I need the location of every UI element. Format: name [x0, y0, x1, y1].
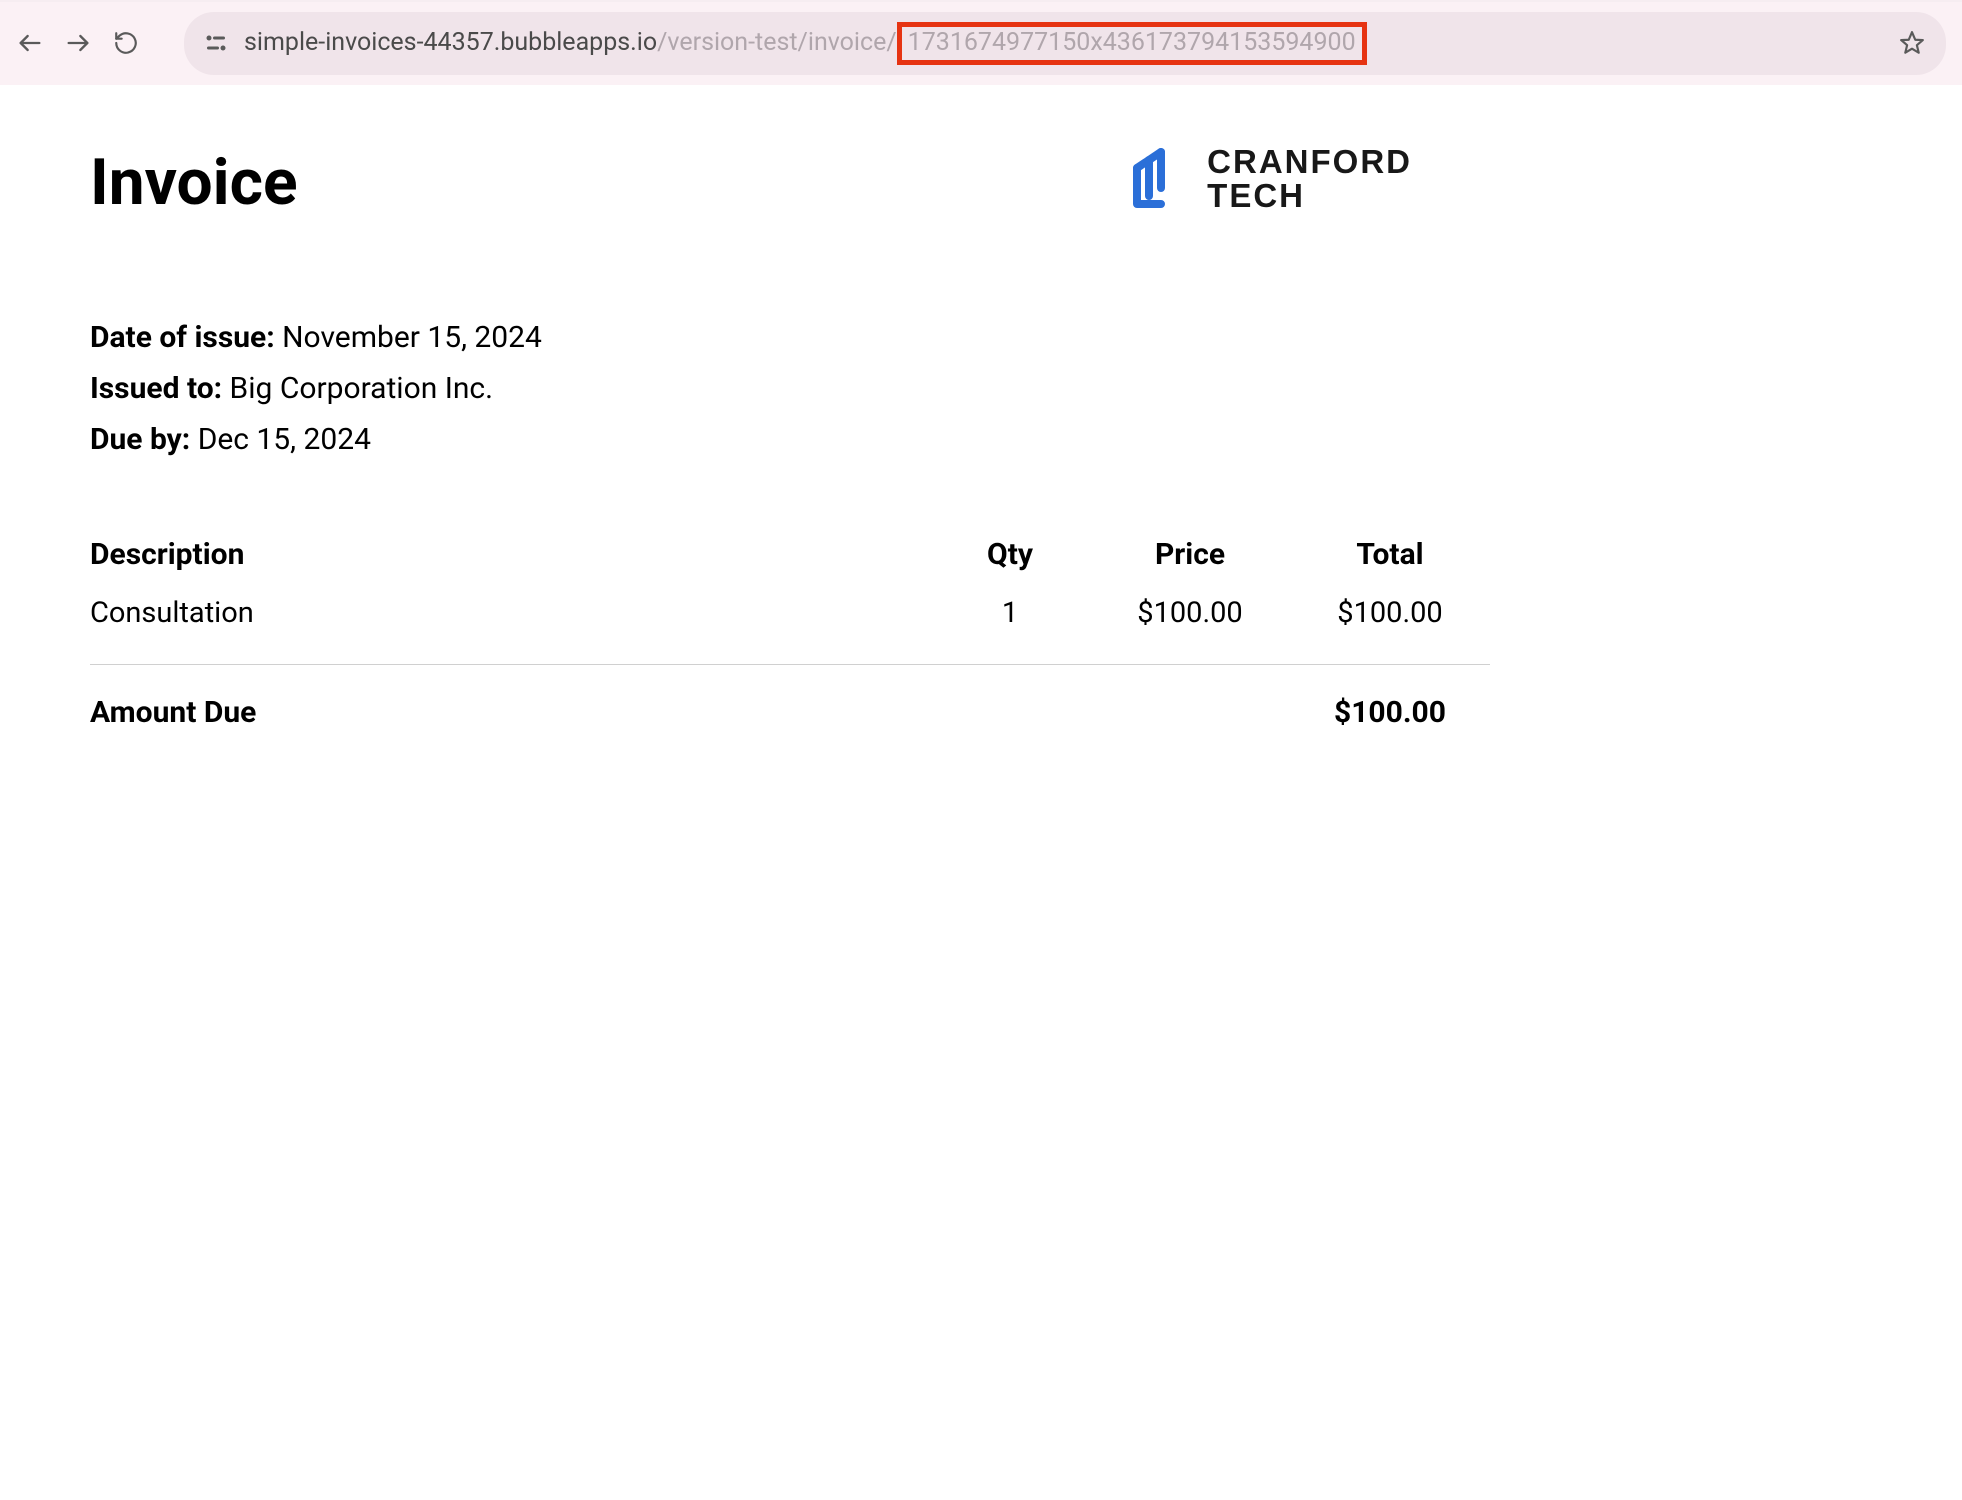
- browser-toolbar: simple-invoices-44357.bubbleapps.io/vers…: [0, 2, 1962, 85]
- address-bar[interactable]: simple-invoices-44357.bubbleapps.io/vers…: [184, 12, 1946, 75]
- th-qty: Qty: [930, 537, 1090, 572]
- logo-text-line1: CRANFORD: [1207, 145, 1412, 180]
- table-row: Consultation 1 $100.00 $100.00: [90, 596, 1490, 664]
- page-content: Invoice CRANFORD TECH D: [0, 85, 1962, 790]
- th-description: Description: [90, 537, 930, 572]
- meta-issued-label: Issued to:: [90, 371, 222, 406]
- td-qty: 1: [930, 596, 1090, 630]
- reload-button[interactable]: [112, 29, 140, 57]
- meta-date: Date of issue: November 15, 2024: [90, 320, 1872, 355]
- page-title: Invoice: [90, 145, 298, 220]
- url-id-highlight: 1731674977150x436173794153594900: [897, 22, 1367, 65]
- meta-due: Due by: Dec 15, 2024: [90, 422, 1872, 457]
- forward-button[interactable]: [64, 29, 92, 57]
- company-logo: CRANFORD TECH: [1129, 145, 1412, 214]
- meta-due-value: Dec 15, 2024: [198, 422, 371, 457]
- url-path: /version-test/invoice/: [657, 28, 897, 57]
- td-total: $100.00: [1290, 596, 1490, 630]
- meta-issued-value: Big Corporation Inc.: [230, 371, 494, 406]
- logo-text-line2: TECH: [1207, 179, 1412, 214]
- header-row: Invoice CRANFORD TECH: [90, 145, 1872, 220]
- invoice-meta: Date of issue: November 15, 2024 Issued …: [90, 320, 1872, 457]
- th-total: Total: [1290, 537, 1490, 572]
- back-button[interactable]: [16, 29, 44, 57]
- line-items-table: Description Qty Price Total Consultation…: [90, 537, 1490, 664]
- logo-text: CRANFORD TECH: [1207, 145, 1412, 214]
- logo-mark-icon: [1129, 146, 1189, 212]
- td-price: $100.00: [1090, 596, 1290, 630]
- url-host: simple-invoices-44357.bubbleapps.io: [244, 28, 657, 57]
- meta-due-label: Due by:: [90, 422, 190, 457]
- amount-due-value: $100.00: [1290, 695, 1490, 730]
- url-id: 1731674977150x436173794153594900: [908, 28, 1356, 57]
- meta-date-value: November 15, 2024: [282, 320, 542, 355]
- divider: [90, 664, 1490, 665]
- url-text: simple-invoices-44357.bubbleapps.io/vers…: [244, 22, 1882, 65]
- site-settings-icon[interactable]: [204, 31, 228, 55]
- bookmark-star-icon[interactable]: [1898, 29, 1926, 57]
- td-description: Consultation: [90, 596, 930, 630]
- meta-issued: Issued to: Big Corporation Inc.: [90, 371, 1872, 406]
- meta-date-label: Date of issue:: [90, 320, 275, 355]
- amount-due-label: Amount Due: [90, 695, 1290, 730]
- table-header: Description Qty Price Total: [90, 537, 1490, 596]
- amount-due-row: Amount Due $100.00: [90, 695, 1490, 730]
- th-price: Price: [1090, 537, 1290, 572]
